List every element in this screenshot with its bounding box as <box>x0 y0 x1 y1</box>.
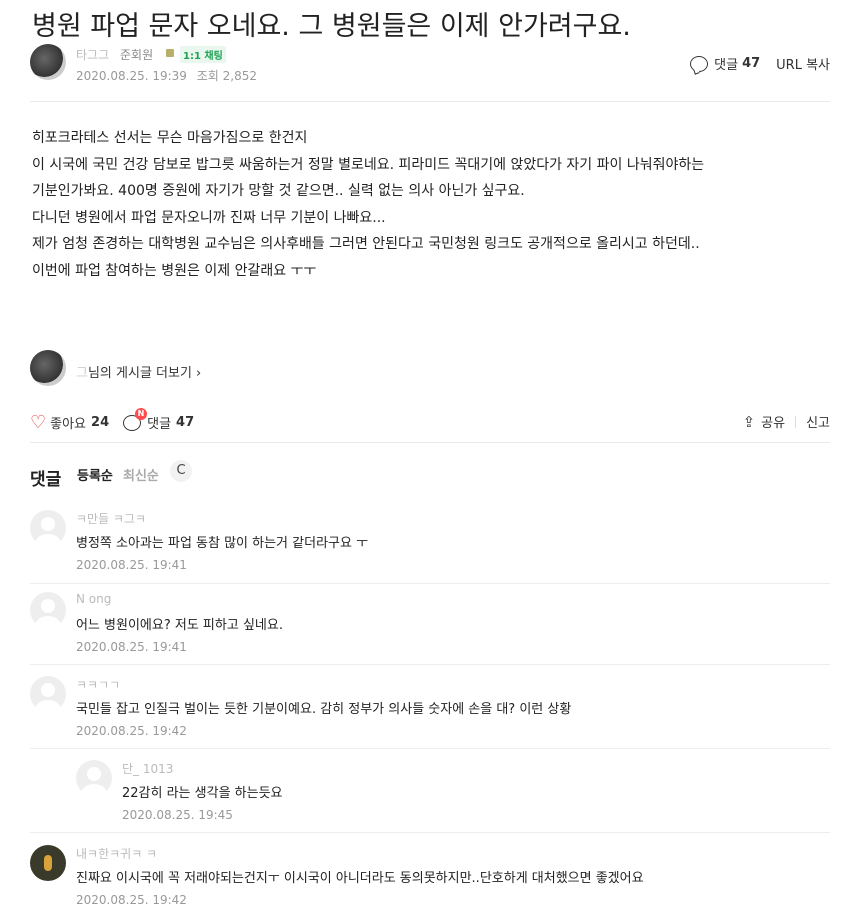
comment-text: 22감히 라는 생각을 하는듯요 <box>122 786 283 801</box>
comment-date: 2020.08.25. 19:42 <box>76 724 187 738</box>
author-name[interactable]: 타그그 <box>76 46 109 63</box>
more-posts-label: 님의 게시글 더보기 › <box>87 366 202 381</box>
header-divider <box>30 101 830 102</box>
post-date: 2020.08.25. 19:39 <box>76 69 187 83</box>
grade-icon <box>166 49 174 57</box>
reply-item: 단_ 1013 22감히 라는 생각을 하는듯요 2020.08.25. 19:… <box>30 760 830 833</box>
separator <box>795 415 797 428</box>
comment-divider <box>30 664 830 665</box>
reaction-bar: ♡ 좋아요 24 댓글 47 <box>30 412 208 433</box>
share-icon[interactable]: ⇪ <box>743 413 756 431</box>
comments-label[interactable]: 댓글 <box>714 54 738 73</box>
comment-date: 2020.08.25. 19:41 <box>76 558 187 572</box>
new-badge: N <box>135 408 147 420</box>
author-avatar-small[interactable] <box>30 350 66 386</box>
body-line: 이 시국에 국민 건강 담보로 밥그릇 싸움하는거 정말 별로네요. 피라미드 … <box>32 156 705 173</box>
body-line: 기분인가봐요. 400명 증원에 자기가 망할 것 같으면.. 실력 없는 의사… <box>32 183 525 199</box>
top-actions: 댓글 47 URL 복사 <box>690 54 830 73</box>
share-button[interactable]: 공유 <box>761 412 785 431</box>
sort-registered-tab[interactable]: 등록순 <box>77 465 113 484</box>
share-bar: ⇪ 공유 신고 <box>743 412 830 432</box>
comment-text: 진짜요 이시국에 꼭 저래야되는건지ㅜ 이시국이 아니더라도 동의못하지만..단… <box>76 871 644 886</box>
url-copy-button[interactable]: URL 복사 <box>776 54 830 73</box>
like-count: 24 <box>91 415 110 430</box>
sort-latest-tab[interactable]: 최신순 <box>123 465 159 484</box>
actions-divider <box>30 442 830 443</box>
comment-label[interactable]: 댓글 <box>147 413 171 432</box>
body-line: 히포크라테스 선서는 무슨 마음가짐으로 한건지 <box>32 130 308 146</box>
author-grade: 준회원 <box>120 48 154 62</box>
avatar[interactable] <box>30 676 66 712</box>
post-meta: 2020.08.25. 19:39 조회 2,852 <box>76 67 263 84</box>
comment-author[interactable]: N ong <box>76 592 111 606</box>
comments-count[interactable]: 47 <box>742 56 760 71</box>
comment-item: ㅋㅋㄱㄱ 국민들 잡고 인질극 벌이는 듯한 기분이예요. 감히 정부가 의사들… <box>30 676 830 749</box>
refresh-icon[interactable]: C <box>170 460 192 482</box>
avatar[interactable] <box>30 510 66 546</box>
more-posts-link[interactable]: 그님의 게시글 더보기 › <box>76 362 201 381</box>
avatar[interactable] <box>76 760 112 796</box>
comment-author[interactable]: 단_ 1013 <box>122 760 173 777</box>
comment-author[interactable]: ㅋㅋㄱㄱ <box>76 676 120 693</box>
chat-button[interactable]: 1:1 채팅 <box>180 46 226 63</box>
body-line: 제가 엄청 존경하는 대학병원 교수님은 의사후배들 그러면 안된다고 국민청원… <box>32 236 700 252</box>
post-body: 히포크라테스 선서는 무슨 마음가짐으로 한건지 이 시국에 국민 건강 담보로… <box>32 125 822 284</box>
comment-icon[interactable] <box>690 55 709 72</box>
author-avatar[interactable] <box>30 44 66 80</box>
comment-author[interactable]: ㅋ만들 ㅋ그ㅋ <box>76 510 146 527</box>
avatar[interactable] <box>30 845 66 881</box>
comment-item: N ong 어느 병원이에요? 저도 피하고 싶네요. 2020.08.25. … <box>30 592 830 665</box>
comment-divider <box>30 832 830 833</box>
comment-item: 내ㅋ한ㅋ귀ㅋ ㅋ 진짜요 이시국에 꼭 저래야되는건지ㅜ 이시국이 아니더라도 … <box>30 845 830 913</box>
post-title: 병원 파업 문자 오네요. 그 병원들은 이제 안가려구요. <box>32 11 631 42</box>
report-button[interactable]: 신고 <box>806 412 830 431</box>
comment-divider <box>30 748 830 749</box>
comment-date: 2020.08.25. 19:41 <box>76 640 187 654</box>
comment-text: 병정쪽 소아과는 파업 동참 많이 하는거 같더라구요 ㅜ <box>76 536 369 551</box>
comment-date: 2020.08.25. 19:45 <box>122 808 233 822</box>
comment-date: 2020.08.25. 19:42 <box>76 893 187 907</box>
comment-count: 47 <box>176 415 195 430</box>
comments-title: 댓글 <box>30 470 62 490</box>
comment-text: 국민들 잡고 인질극 벌이는 듯한 기분이예요. 감히 정부가 의사들 숫자에 … <box>76 702 572 717</box>
comment-author[interactable]: 내ㅋ한ㅋ귀ㅋ ㅋ <box>76 845 157 862</box>
post-views: 조회 2,852 <box>196 69 257 83</box>
like-label[interactable]: 좋아요 <box>50 413 86 432</box>
more-posts-author: 그 <box>76 366 88 381</box>
avatar[interactable] <box>30 592 66 628</box>
heart-icon[interactable]: ♡ <box>30 412 46 433</box>
comment-divider <box>30 583 830 584</box>
comment-item: ㅋ만들 ㅋ그ㅋ 병정쪽 소아과는 파업 동참 많이 하는거 같더라구요 ㅜ 20… <box>30 510 830 584</box>
comment-text: 어느 병원이에요? 저도 피하고 싶네요. <box>76 618 283 633</box>
body-line: 이번에 파업 참여하는 병원은 이제 안갈래요 ㅜㅜ <box>32 262 317 279</box>
body-line: 다니던 병원에서 파업 문자오니까 진짜 너무 기분이 나빠요... <box>32 209 386 226</box>
